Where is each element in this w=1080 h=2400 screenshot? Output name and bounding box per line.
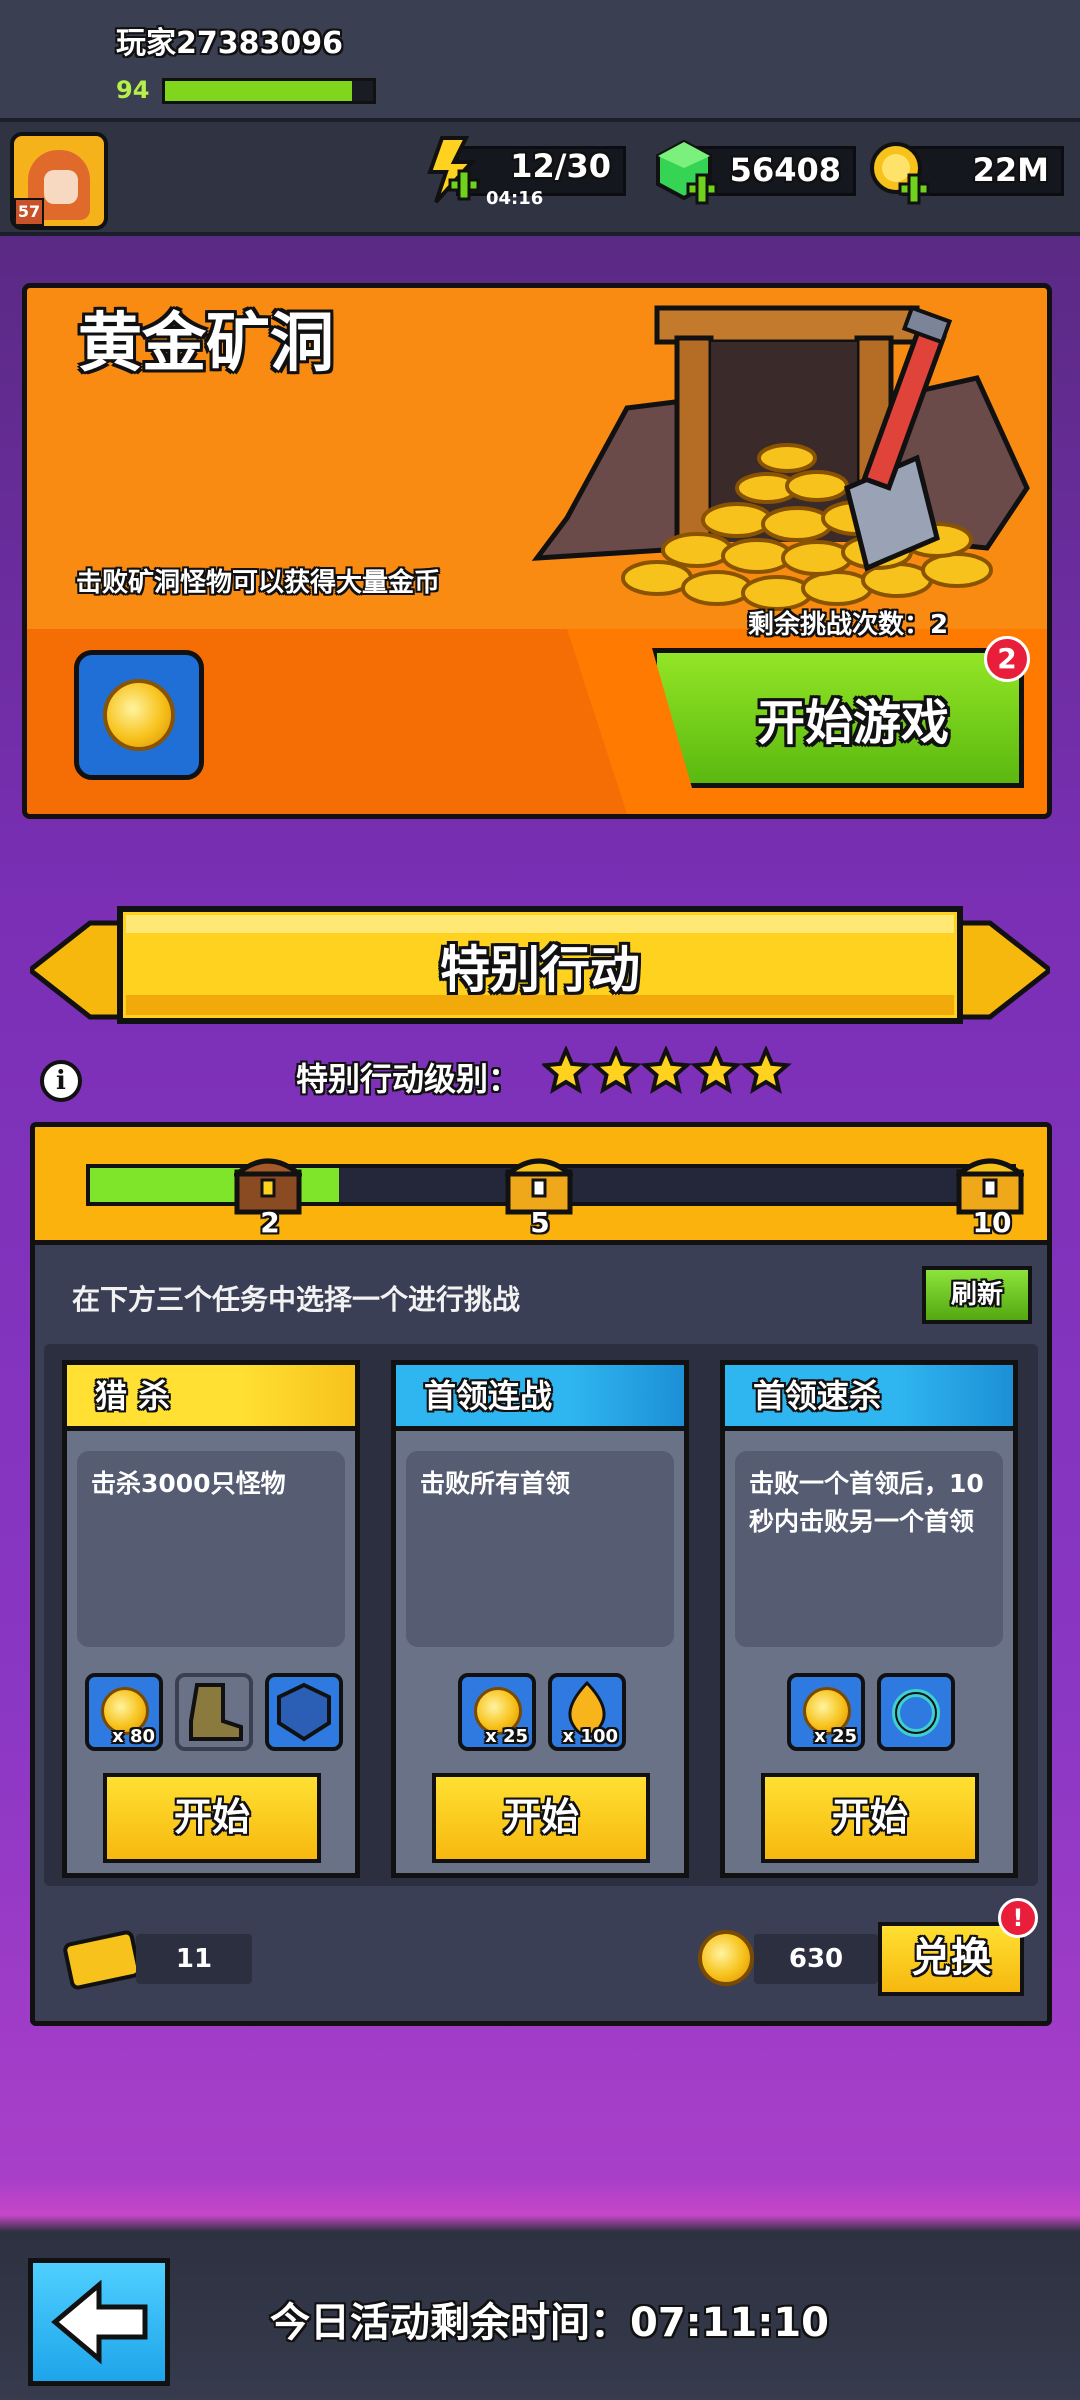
- reward-boots[interactable]: [175, 1673, 253, 1751]
- energy-timer: 04:16: [486, 188, 544, 209]
- gold-mine-start-badge: 2: [984, 636, 1030, 682]
- ticket-count: 11: [136, 1934, 252, 1984]
- task-description: 击败所有首领: [406, 1451, 674, 1647]
- ring-icon: [892, 1689, 940, 1737]
- reward-ring[interactable]: [877, 1673, 955, 1751]
- player-name: 玩家27383096: [116, 26, 343, 61]
- task-start-button[interactable]: 开始: [432, 1773, 650, 1863]
- task-start-button[interactable]: 开始: [761, 1773, 979, 1863]
- task-title: 首领连战: [396, 1365, 684, 1431]
- milestone-value: 2: [260, 1206, 280, 1239]
- boots-icon: [189, 1683, 243, 1741]
- choose-task-instruction: 在下方三个任务中选择一个进行挑战: [72, 1283, 521, 1316]
- task-card-boss-speedkill: 首领速杀 击败一个首领后，10秒内击败另一个首领 x 25 开始: [720, 1360, 1018, 1878]
- reward-coin-token[interactable]: x 25: [787, 1673, 865, 1751]
- token-icon: [698, 1930, 754, 1986]
- reward-quantity: x 25: [485, 1726, 528, 1747]
- gold-mine-reward-coin[interactable]: [74, 650, 204, 780]
- avatar-level-badge: 57: [14, 198, 44, 226]
- energy-add-icon[interactable]: [420, 136, 484, 206]
- gold-mine-title: 黄金矿洞: [78, 307, 334, 381]
- reward-coin-token[interactable]: x 25: [458, 1673, 536, 1751]
- task-card-boss-rush: 首领连战 击败所有首领 x 25 x 100 开始: [391, 1360, 689, 1878]
- reward-coin-token[interactable]: x 80: [85, 1673, 163, 1751]
- milestone-value: 10: [972, 1206, 1012, 1239]
- back-button[interactable]: [28, 2258, 170, 2386]
- player-avatar[interactable]: 57: [10, 132, 108, 230]
- player-level: 94: [116, 76, 150, 104]
- gold-mine-start-button[interactable]: 开始游戏: [652, 648, 1024, 788]
- refresh-button[interactable]: 刷新: [922, 1266, 1032, 1324]
- star-icon: [740, 1046, 792, 1094]
- token-count: 630: [754, 1934, 878, 1984]
- info-icon[interactable]: i: [40, 1060, 82, 1102]
- task-description: 击败一个首领后，10秒内击败另一个首领: [735, 1451, 1003, 1647]
- star-icon: [640, 1046, 692, 1094]
- gold-mine-illustration: [531, 305, 1030, 611]
- reward-flame[interactable]: x 100: [548, 1673, 626, 1751]
- energy-value: 12/30: [510, 147, 611, 185]
- special-ops-star-rating: [542, 1046, 792, 1094]
- task-start-button[interactable]: 开始: [103, 1773, 321, 1863]
- gems-value: 56408: [729, 151, 841, 189]
- reward-quantity: x 25: [814, 1726, 857, 1747]
- special-ops-level-label: 特别行动级别：: [296, 1060, 521, 1098]
- reward-quantity: x 80: [112, 1726, 155, 1747]
- milestone-value: 5: [530, 1206, 550, 1239]
- coins-value: 22M: [972, 151, 1049, 189]
- gold-mine-description: 击败矿洞怪物可以获得大量金币: [76, 568, 441, 598]
- special-ops-title: 特别行动: [440, 941, 640, 999]
- reward-quantity: x 100: [562, 1726, 618, 1747]
- exchange-button[interactable]: 兑换: [878, 1922, 1024, 1996]
- coin-add-icon[interactable]: [868, 138, 934, 206]
- task-title: 猎 杀: [67, 1365, 355, 1431]
- exchange-alert-badge: !: [998, 1898, 1038, 1938]
- avatar-face: [44, 170, 78, 204]
- gem-add-icon[interactable]: [654, 138, 720, 206]
- gold-mine-remaining-attempts: 剩余挑战次数：2: [748, 610, 949, 640]
- task-description: 击杀3000只怪物: [77, 1451, 345, 1647]
- star-icon: [590, 1046, 642, 1094]
- star-icon: [542, 1046, 592, 1094]
- star-icon: [690, 1046, 742, 1094]
- task-title: 首领速杀: [725, 1365, 1013, 1431]
- armor-icon: [277, 1682, 331, 1742]
- coin-icon: [103, 679, 175, 751]
- event-time-remaining: 今日活动剩余时间：07:11:10: [270, 2300, 829, 2346]
- gold-mine-start-label: 开始游戏: [756, 695, 949, 751]
- back-arrow-icon: [51, 2279, 148, 2365]
- task-card-hunt: 猎 杀 击杀3000只怪物 x 80 开始: [62, 1360, 360, 1878]
- xp-fill: [165, 81, 353, 101]
- xp-bar: [162, 78, 376, 104]
- reward-armor[interactable]: [265, 1673, 343, 1751]
